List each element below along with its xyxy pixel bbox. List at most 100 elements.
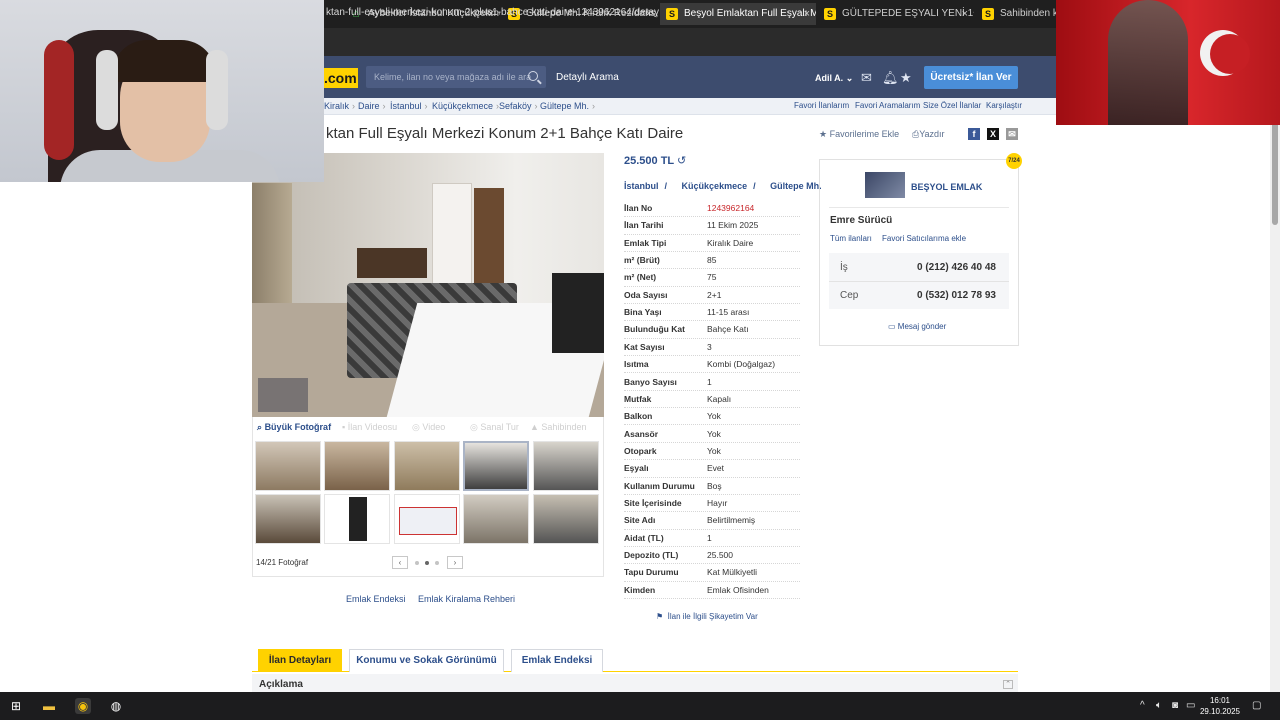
pager-dot[interactable] xyxy=(415,561,419,565)
scrollbar-thumb[interactable] xyxy=(1272,120,1278,225)
breadcrumb-item[interactable]: Daire › xyxy=(358,101,386,111)
browser-tab-5[interactable]: S Sahibinden kiralı xyxy=(976,3,1056,25)
notification-icon[interactable]: ▢ xyxy=(1252,700,1261,711)
breadcrumb-item[interactable]: Gültepe Mh. › xyxy=(540,101,595,111)
gallery-thumbnail[interactable] xyxy=(533,441,599,491)
tab-real-estate-index[interactable]: Emlak Endeksi xyxy=(511,649,603,672)
detail-key: Site İçerisinde xyxy=(624,497,682,508)
advanced-search-link[interactable]: Detaylı Arama xyxy=(556,72,619,83)
detail-value: Kapalı xyxy=(707,393,732,404)
favorite-searches-link[interactable]: Favori Aramalarım xyxy=(855,101,920,110)
gallery-thumbnail[interactable] xyxy=(533,494,599,544)
seller-name[interactable]: BEŞYOL EMLAK xyxy=(911,182,982,192)
favorite-listings-link[interactable]: Favori İlanlarım xyxy=(794,101,849,110)
search-icon[interactable] xyxy=(528,71,538,81)
rental-guide-link[interactable]: Emlak Kiralama Rehberi xyxy=(418,594,515,604)
page-title: ktan Full Eşyalı Merkezi Konum 2+1 Bahçe… xyxy=(326,125,684,142)
gallery-thumbnail[interactable] xyxy=(324,441,390,491)
detail-key: Kimden xyxy=(624,584,656,595)
mobile-phone-label: Cep xyxy=(840,290,859,301)
breadcrumb-item[interactable]: İstanbul › xyxy=(390,101,428,111)
detail-row: Oda Sayısı 2+1 xyxy=(624,287,800,305)
detail-row: Kimden Emlak Ofisinden xyxy=(624,582,800,599)
sahibinden-favicon-icon: S xyxy=(982,8,994,20)
detail-row: Aidat (TL) 1 xyxy=(624,530,800,547)
mobile-phone-number[interactable]: 0 (532) 012 78 93 xyxy=(917,290,996,301)
send-message-button[interactable]: ▭ Mesaj gönder xyxy=(888,322,946,331)
all-listings-link[interactable]: Tüm ilanları xyxy=(830,234,872,243)
seller-logo[interactable] xyxy=(865,172,905,198)
tab-label: Sahibinden kiralı xyxy=(1000,8,1056,19)
gallery-thumbnail[interactable] xyxy=(324,494,390,544)
pager-dot-active[interactable] xyxy=(425,561,429,565)
detail-row: Bulunduğu Kat Bahçe Katı xyxy=(624,321,800,339)
breadcrumb-item[interactable]: Küçükçekmece › xyxy=(432,101,499,111)
next-page-button[interactable]: › xyxy=(447,556,463,569)
email-share-icon[interactable]: ✉ xyxy=(1006,128,1018,140)
browser-tab-4[interactable]: S GÜLTEPEDE EŞYALI YENİ 1+1 G × xyxy=(818,3,974,25)
report-listing-link[interactable]: ⚑ İlan ile İlgili Şikayetim Var xyxy=(656,612,758,621)
work-phone-number[interactable]: 0 (212) 426 40 48 xyxy=(917,262,996,273)
breadcrumb-item[interactable]: Kiralık › xyxy=(324,101,355,111)
listing-video-tab[interactable]: ▪ İlan Videosu xyxy=(342,422,397,432)
add-favorite-button[interactable]: ★ Favorilerime Ekle xyxy=(819,129,899,140)
gallery-thumbnail-selected[interactable] xyxy=(463,441,529,491)
collapse-icon[interactable]: ⌃ xyxy=(1003,680,1013,689)
windows-start-icon[interactable]: ⊞ xyxy=(8,698,24,714)
star-icon[interactable]: ★ xyxy=(900,71,912,84)
portrait-image xyxy=(1108,0,1188,125)
browser-tab-3-active[interactable]: S Beşyol Emlaktan Full Eşyalı Mer × xyxy=(660,3,816,25)
gallery-thumbnail[interactable] xyxy=(255,494,321,544)
location-district-link[interactable]: Küçükçekmece xyxy=(682,181,748,191)
system-clock[interactable]: 16:01 29.10.2025 xyxy=(1198,695,1242,717)
chevron-up-icon[interactable]: ^ xyxy=(1140,700,1145,711)
close-icon[interactable]: × xyxy=(962,3,968,25)
pager-dot[interactable] xyxy=(435,561,439,565)
network-icon[interactable]: ▭ xyxy=(1186,700,1195,711)
gallery-thumbnail[interactable] xyxy=(394,441,460,491)
speaker-icon[interactable]: 🔈︎ xyxy=(1156,700,1162,711)
description-header[interactable] xyxy=(252,674,1018,694)
app-icon[interactable]: ◍ xyxy=(108,698,124,714)
real-estate-index-link[interactable]: Emlak Endeksi xyxy=(346,594,406,604)
detail-key: Tapu Durumu xyxy=(624,567,679,578)
search-input[interactable]: Kelime, ilan no veya mağaza adı ile ara xyxy=(366,66,546,88)
gallery-thumbnail[interactable] xyxy=(463,494,529,544)
gallery-thumbnail[interactable] xyxy=(255,441,321,491)
discord-icon[interactable]: ◙ xyxy=(1172,700,1178,711)
previous-page-button[interactable]: ‹ xyxy=(392,556,408,569)
detail-value: 25.500 xyxy=(707,550,733,560)
user-menu[interactable]: Adil A. ⌄ xyxy=(815,73,853,84)
tab-listing-details[interactable]: İlan Detayları xyxy=(258,649,342,672)
support-badge[interactable]: 7/24 xyxy=(1006,153,1022,169)
add-favorite-seller-link[interactable]: Favori Satıcılarıma ekle xyxy=(882,234,966,243)
breadcrumb-item[interactable]: Sefaköy › xyxy=(499,101,538,111)
virtual-tour-tab[interactable]: ◎ Sanal Tur xyxy=(470,422,519,433)
detail-value: Kat Mülkiyetli xyxy=(707,567,758,578)
history-icon[interactable]: ↺ xyxy=(677,155,686,167)
print-button[interactable]: ⎙Yazdır xyxy=(912,129,945,140)
url-text[interactable]: ktan-full-esyali-merkezi-konum-2-plus1-b… xyxy=(326,7,659,18)
bell-icon[interactable]: 🔔︎ xyxy=(882,71,899,84)
compare-link[interactable]: Karşılaştır xyxy=(986,101,1022,110)
chrome-icon[interactable]: ◉ xyxy=(75,698,91,714)
detail-value: 1243962164 xyxy=(707,203,755,213)
detail-value: Hayır xyxy=(707,497,728,508)
file-explorer-icon[interactable]: ▬ xyxy=(41,698,57,714)
facebook-icon[interactable]: f xyxy=(968,128,980,140)
large-photo-tab[interactable]: ⌕ Büyük Fotoğraf xyxy=(257,422,331,433)
close-icon[interactable]: × xyxy=(804,3,810,25)
special-listings-link[interactable]: Size Özel İlanlar xyxy=(923,101,981,110)
site-logo[interactable]: .com xyxy=(322,68,358,88)
detail-key: Eşyalı xyxy=(624,463,649,474)
location-city-link[interactable]: İstanbul xyxy=(624,181,659,191)
tab-location-street-view[interactable]: Konumu ve Sokak Görünümü xyxy=(349,649,504,672)
mail-icon[interactable]: ✉ xyxy=(861,71,872,84)
video-tab[interactable]: ◎ Video xyxy=(412,422,445,433)
x-twitter-icon[interactable]: X xyxy=(987,128,999,140)
location-neighborhood-link[interactable]: Gültepe Mh. xyxy=(770,181,822,191)
detail-key: Depozito (TL) xyxy=(624,550,679,560)
sahibinden-tab[interactable]: ▲ Sahibinden xyxy=(530,422,586,432)
post-listing-button[interactable]: Ücretsiz* İlan Ver xyxy=(924,66,1018,89)
gallery-thumbnail[interactable] xyxy=(394,494,460,544)
